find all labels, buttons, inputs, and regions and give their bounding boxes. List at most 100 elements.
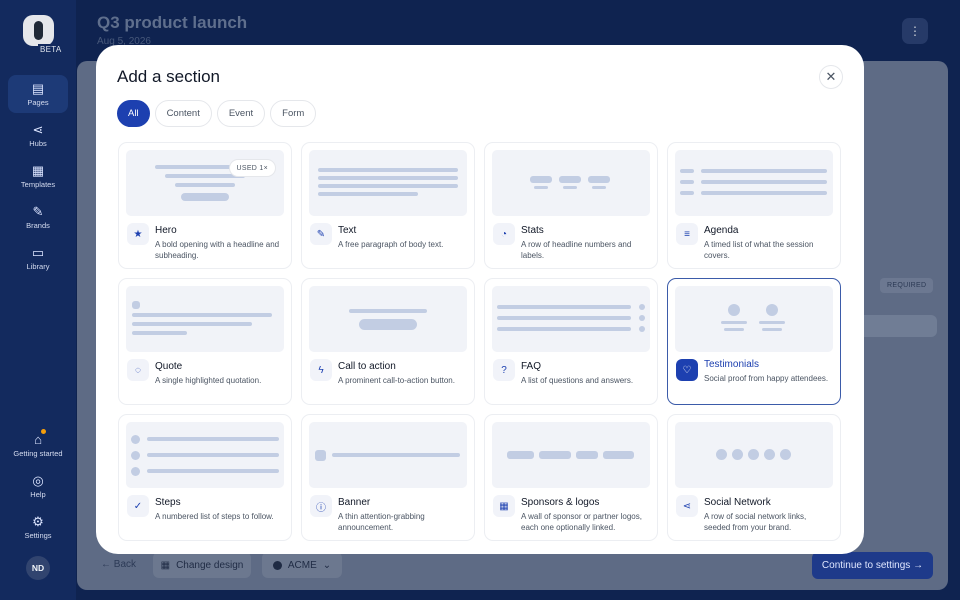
section-title: Steps bbox=[155, 497, 181, 508]
section-desc: A prominent call-to-action button. bbox=[338, 376, 455, 385]
section-card-testimonials[interactable]: ♡ Testimonials Social proof from happy a… bbox=[667, 278, 841, 405]
section-desc: A free paragraph of body text. bbox=[338, 240, 444, 249]
section-desc: A single highlighted quotation. bbox=[155, 376, 262, 385]
close-icon[interactable]: ✕ bbox=[819, 65, 843, 89]
brush-icon: ✎ bbox=[32, 203, 44, 219]
chat-icon: ◌ bbox=[127, 359, 149, 381]
grid-icon: ▦ bbox=[160, 559, 171, 571]
section-title: Quote bbox=[155, 361, 183, 372]
sidebar-item-brands[interactable]: ✎ Brands bbox=[8, 198, 68, 236]
section-title: FAQ bbox=[521, 361, 542, 372]
testimonials-preview bbox=[675, 286, 833, 352]
avatar[interactable]: ND bbox=[26, 556, 50, 580]
tv-icon: ▭ bbox=[31, 244, 45, 260]
graduation-cap-icon: ⌂ bbox=[34, 431, 42, 447]
list-icon: ≡ bbox=[676, 223, 698, 245]
kebab-icon[interactable]: ⋮ bbox=[902, 18, 928, 44]
info-icon: ⓘ bbox=[310, 495, 332, 517]
steps-preview bbox=[126, 422, 284, 488]
section-card-call-to-action[interactable]: ϟ Call to action A prominent call-to-act… bbox=[301, 278, 475, 405]
sidebar-item-label: Templates bbox=[20, 179, 56, 189]
chevron-down-icon: ⌄ bbox=[322, 559, 332, 571]
section-title: Stats bbox=[521, 225, 544, 236]
agenda-preview bbox=[675, 150, 833, 216]
section-card-agenda[interactable]: ≡ Agenda A timed list of what the sessio… bbox=[667, 142, 841, 269]
section-desc: Social proof from happy attendees. bbox=[704, 374, 829, 383]
stats-preview bbox=[492, 150, 650, 216]
section-card-quote[interactable]: ◌ Quote A single highlighted quotation. bbox=[118, 278, 292, 405]
brand-logo-icon bbox=[272, 560, 282, 570]
sidebar-item-getting-started[interactable]: ⌂ Getting started bbox=[8, 426, 68, 464]
sidebar-item-label: Pages bbox=[27, 97, 49, 107]
share-icon: ⋖ bbox=[32, 121, 44, 137]
filter-form[interactable]: Form bbox=[270, 100, 317, 127]
section-title: Text bbox=[338, 225, 357, 236]
section-title: Call to action bbox=[338, 361, 396, 372]
section-card-social-network[interactable]: ⋖ Social Network A row of social network… bbox=[667, 414, 841, 541]
section-desc: A row of social network links, seeded fr… bbox=[704, 512, 807, 532]
section-desc: A numbered list of steps to follow. bbox=[155, 512, 274, 521]
section-card-sponsors-logos[interactable]: ▦ Sponsors & logos A wall of sponsor or … bbox=[484, 414, 658, 541]
section-desc: A row of headline numbers and labels. bbox=[521, 240, 632, 260]
pages-icon: ▤ bbox=[31, 80, 45, 96]
app-logo[interactable] bbox=[23, 15, 54, 46]
sidebar-item-pages[interactable]: ▤ Pages bbox=[8, 75, 68, 113]
section-title: Agenda bbox=[704, 225, 739, 236]
section-card-text[interactable]: ✎ Text A free paragraph of body text. bbox=[301, 142, 475, 269]
section-card-steps[interactable]: ✓ Steps A numbered list of steps to foll… bbox=[118, 414, 292, 541]
section-card-faq[interactable]: ? FAQ A list of questions and answers. bbox=[484, 278, 658, 405]
filter-content[interactable]: Content bbox=[154, 100, 212, 127]
sidebar-item-label: Library bbox=[26, 261, 50, 271]
used-badge: USED 1× bbox=[228, 159, 276, 177]
sidebar-item-label: Help bbox=[30, 489, 46, 499]
section-title: Sponsors & logos bbox=[521, 497, 600, 508]
back-button[interactable]: ← Back bbox=[101, 559, 136, 570]
grid-icon: ▦ bbox=[31, 162, 45, 178]
section-desc: A thin attention-grabbing announcement. bbox=[338, 512, 425, 532]
social-preview bbox=[675, 422, 833, 488]
lifebuoy-icon: ◎ bbox=[32, 472, 44, 488]
sidebar-item-library[interactable]: ▭ Library bbox=[8, 239, 68, 277]
sidebar-item-templates[interactable]: ▦ Templates bbox=[8, 157, 68, 195]
edit-icon: ✎ bbox=[310, 223, 332, 245]
cta-preview bbox=[309, 286, 467, 352]
section-title: Hero bbox=[155, 225, 177, 236]
filter-tabs: All Content Event Form bbox=[117, 100, 317, 127]
sidebar-item-label: Brands bbox=[26, 220, 50, 230]
section-title: Testimonials bbox=[704, 359, 760, 370]
page-title: Q3 product launch bbox=[97, 13, 248, 32]
sidebar-item-label: Settings bbox=[24, 530, 52, 540]
star-icon: ★ bbox=[127, 223, 149, 245]
section-card-banner[interactable]: ⓘ Banner A thin attention-grabbing annou… bbox=[301, 414, 475, 541]
continue-button[interactable]: Continue to settings → bbox=[812, 552, 933, 579]
section-title: Social Network bbox=[704, 497, 771, 508]
section-card-hero[interactable]: USED 1× ★ Hero A bold opening with a hea… bbox=[118, 142, 292, 269]
brand-select[interactable]: ACME ⌄ bbox=[262, 552, 342, 578]
required-badge: REQUIRED bbox=[880, 278, 934, 293]
button-label: Change design bbox=[176, 559, 244, 571]
share-icon: ⋖ bbox=[676, 495, 698, 517]
bolt-icon: ϟ bbox=[310, 359, 332, 381]
beta-badge: BETA bbox=[38, 44, 64, 55]
notification-dot bbox=[41, 429, 46, 434]
field-placeholder bbox=[858, 315, 937, 337]
filter-all[interactable]: All bbox=[117, 100, 150, 127]
sidebar-item-label: Hubs bbox=[29, 138, 47, 148]
sidebar-item-hubs[interactable]: ⋖ Hubs bbox=[8, 116, 68, 154]
section-desc: A list of questions and answers. bbox=[521, 376, 634, 385]
sidebar-item-help[interactable]: ◎ Help bbox=[8, 467, 68, 505]
chart-icon: ◔ bbox=[493, 223, 515, 245]
change-design-button[interactable]: ▦ Change design bbox=[153, 552, 251, 578]
hero-preview: USED 1× bbox=[126, 150, 284, 216]
logos-icon: ▦ bbox=[493, 495, 515, 517]
section-title: Banner bbox=[338, 497, 371, 508]
faq-preview bbox=[492, 286, 650, 352]
heart-icon: ♡ bbox=[676, 359, 698, 381]
filter-event[interactable]: Event bbox=[216, 100, 266, 127]
brand-label: ACME bbox=[287, 559, 317, 571]
section-card-stats[interactable]: ◔ Stats A row of headline numbers and la… bbox=[484, 142, 658, 269]
sponsors-preview bbox=[492, 422, 650, 488]
section-desc: A wall of sponsor or partner logos, each… bbox=[521, 512, 642, 532]
section-desc: A bold opening with a headline and subhe… bbox=[155, 240, 280, 260]
sidebar-item-settings[interactable]: ⚙ Settings bbox=[8, 508, 68, 546]
